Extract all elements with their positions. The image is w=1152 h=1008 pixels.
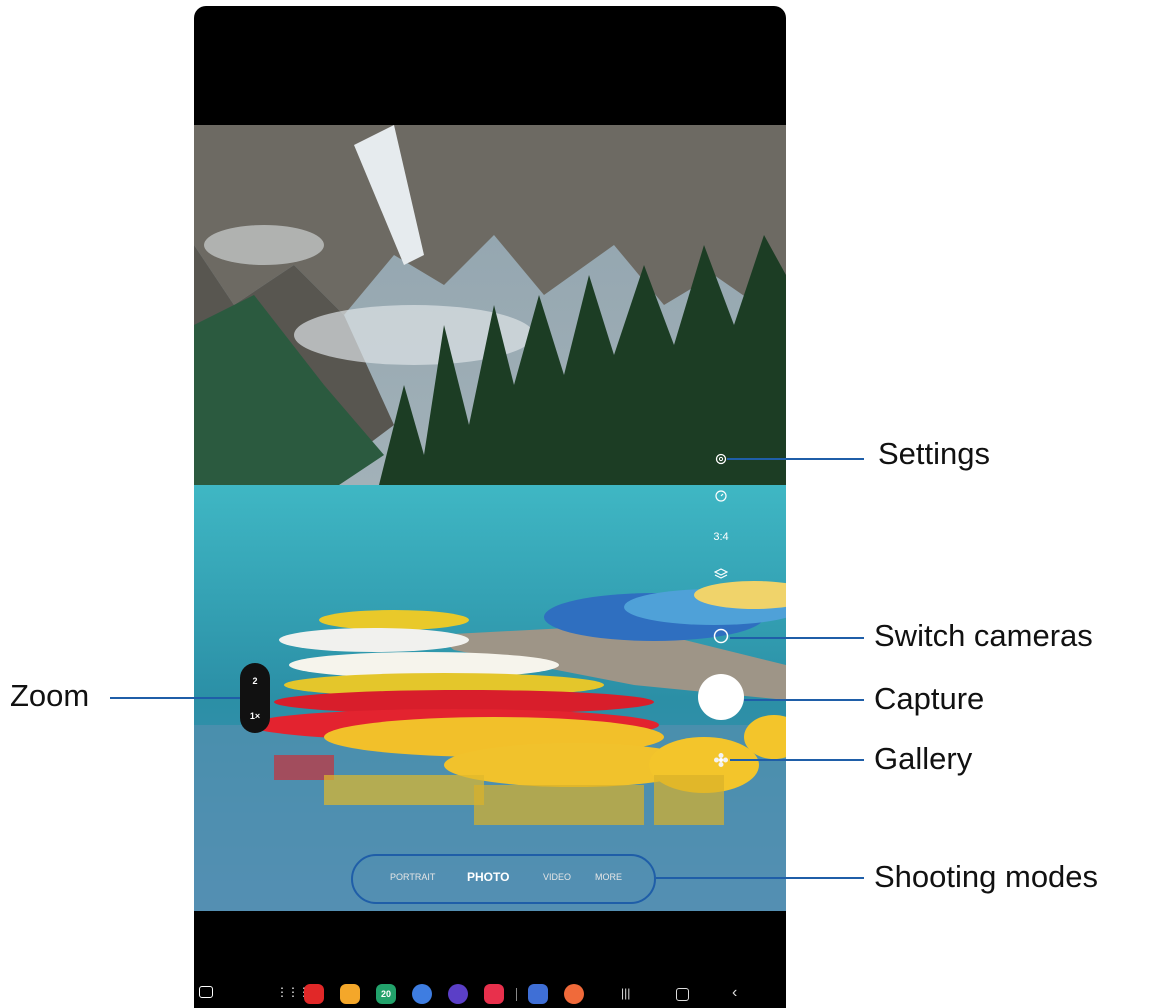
aspect-ratio-label[interactable]: 3:4 [708, 531, 734, 543]
flipboard-icon[interactable] [304, 984, 324, 1004]
back-icon[interactable]: ‹ [732, 984, 737, 1002]
zoom-control[interactable]: 2 1× [240, 663, 270, 733]
viewfinder-scene [194, 125, 786, 911]
zoom-callout: Zoom [10, 678, 90, 713]
mode-portrait[interactable]: PORTRAIT [390, 872, 435, 882]
gallery-thumbnail-icon[interactable] [713, 752, 729, 768]
capture-callout: Capture [874, 681, 985, 716]
contacts-icon[interactable] [564, 984, 584, 1004]
screenshot-icon[interactable] [199, 986, 213, 998]
zoom-callout-line [110, 697, 240, 699]
gallery-callout: Gallery [874, 741, 973, 776]
shooting-modes-callout-line [656, 877, 864, 879]
mode-photo[interactable]: PHOTO [467, 870, 509, 884]
settings-icon[interactable] [528, 984, 548, 1004]
screen-recorder-icon[interactable] [484, 984, 504, 1004]
zoom-1x[interactable]: 1× [240, 711, 270, 721]
zoom-2x[interactable]: 2 [240, 676, 270, 686]
settings-icon[interactable] [714, 452, 728, 466]
switch-camera-icon[interactable] [712, 627, 730, 645]
mode-video[interactable]: VIDEO [543, 872, 571, 882]
internet-icon[interactable] [448, 984, 468, 1004]
settings-callout: Settings [878, 436, 991, 471]
capture-callout-line [744, 699, 864, 701]
capture-button[interactable] [698, 674, 744, 720]
tablet-screen: 3:4 2 1× PORTRAIT PHOTO VIDEO MORE ⋮⋮⋮ 2… [194, 6, 786, 1008]
switch-cameras-callout: Switch cameras [874, 618, 1093, 653]
messages-icon[interactable] [412, 984, 432, 1004]
calendar-icon[interactable]: 20 [376, 984, 396, 1004]
home-icon[interactable] [676, 988, 689, 1001]
recents-icon[interactable]: ||| [621, 986, 630, 1000]
switch-cameras-callout-line [730, 637, 864, 639]
files-icon[interactable] [340, 984, 360, 1004]
taskbar-divider [516, 988, 517, 1001]
shooting-modes-callout: Shooting modes [874, 859, 1099, 894]
camera-viewfinder[interactable] [194, 125, 786, 911]
taskbar: ⋮⋮⋮ 20 ||| ‹ [194, 981, 786, 1008]
mode-more[interactable]: MORE [595, 872, 622, 882]
timer-icon[interactable] [714, 489, 728, 503]
gallery-callout-line [730, 759, 864, 761]
settings-callout-line [727, 458, 864, 460]
filters-icon[interactable] [713, 567, 729, 581]
